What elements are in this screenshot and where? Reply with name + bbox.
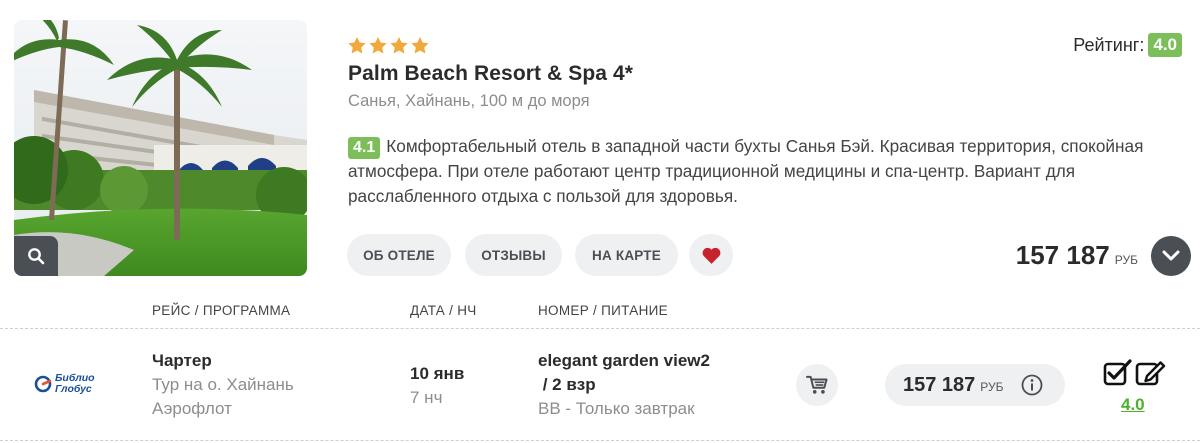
expand-offers-button[interactable] bbox=[1151, 236, 1191, 276]
operator-logo-mark bbox=[34, 375, 52, 393]
hotel-photo[interactable] bbox=[14, 20, 307, 276]
star-icon bbox=[348, 37, 366, 54]
search-icon bbox=[28, 248, 45, 265]
hotel-stars bbox=[348, 37, 429, 54]
star-icon bbox=[390, 37, 408, 54]
column-header-flight: РЕЙС / ПРОГРАММА bbox=[152, 303, 291, 318]
cart-icon bbox=[806, 375, 828, 394]
add-to-cart-button[interactable] bbox=[796, 364, 838, 406]
favorite-button[interactable] bbox=[689, 234, 733, 276]
offer-price-amount: 157 187 bbox=[903, 373, 976, 396]
info-icon bbox=[1021, 374, 1042, 396]
star-icon bbox=[411, 37, 429, 54]
column-header-room: НОМЕР / ПИТАНИЕ bbox=[538, 303, 668, 318]
reviews-button[interactable]: ОТЗЫВЫ bbox=[465, 234, 562, 276]
rating-badge: 4.0 bbox=[1148, 33, 1182, 57]
hotel-photo-image bbox=[14, 20, 307, 276]
airline: Аэрофлот bbox=[152, 399, 232, 418]
room-guests: / 2 взр bbox=[538, 375, 596, 394]
nights-count: 7 нч bbox=[410, 388, 443, 407]
heart-icon bbox=[702, 247, 720, 264]
tour-operator-logo: Библио Глобус bbox=[34, 373, 95, 395]
hotel-price: 157 187 РУБ bbox=[1016, 240, 1138, 271]
about-hotel-button[interactable]: ОБ ОТЕЛЕ bbox=[347, 234, 451, 276]
rating-label: Рейтинг: bbox=[1073, 34, 1145, 55]
edit-icon[interactable] bbox=[1135, 358, 1167, 386]
hotel-price-amount: 157 187 bbox=[1015, 240, 1110, 270]
checkbox-checked-icon[interactable] bbox=[1103, 358, 1133, 386]
hotel-rating: Рейтинг: 4.0 bbox=[1073, 33, 1182, 57]
book-price-button[interactable]: 157 187 РУБ bbox=[885, 364, 1065, 406]
hotel-price-currency: РУБ bbox=[1114, 253, 1138, 267]
review-score-badge: 4.1 bbox=[348, 137, 381, 159]
table-divider-bottom bbox=[0, 440, 1200, 441]
hotel-description-block: 4.1 Комфортабельный отель в западной част… bbox=[348, 134, 1168, 209]
meal-plan: BB - Только завтрак bbox=[538, 399, 695, 418]
price-info-button[interactable] bbox=[1021, 374, 1043, 396]
offer-price-currency: РУБ bbox=[980, 380, 1004, 394]
hotel-location: Санья, Хайнань, 100 м до моря bbox=[348, 92, 590, 110]
hotel-name[interactable]: Palm Beach Resort & Spa 4* bbox=[348, 62, 633, 86]
flight-type: Чартер bbox=[152, 351, 212, 370]
offer-actions bbox=[1103, 358, 1167, 386]
table-divider bbox=[0, 328, 1200, 329]
tour-program: Тур на о. Хайнань bbox=[152, 375, 294, 394]
departure-date: 10 янв bbox=[410, 364, 465, 383]
star-icon bbox=[369, 37, 387, 54]
hotel-description: Комфортабельный отель в западной части б… bbox=[348, 136, 1144, 206]
operator-logo-text: Библио Глобус bbox=[55, 372, 95, 395]
zoom-photo-button[interactable] bbox=[14, 236, 58, 276]
room-type: elegant garden view2 bbox=[538, 351, 710, 370]
on-map-button[interactable]: НА КАРТЕ bbox=[575, 234, 678, 276]
offer-rating-link[interactable]: 4.0 bbox=[1121, 395, 1145, 415]
column-header-date: ДАТА / НЧ bbox=[410, 303, 477, 318]
chevron-down-icon bbox=[1162, 250, 1180, 261]
